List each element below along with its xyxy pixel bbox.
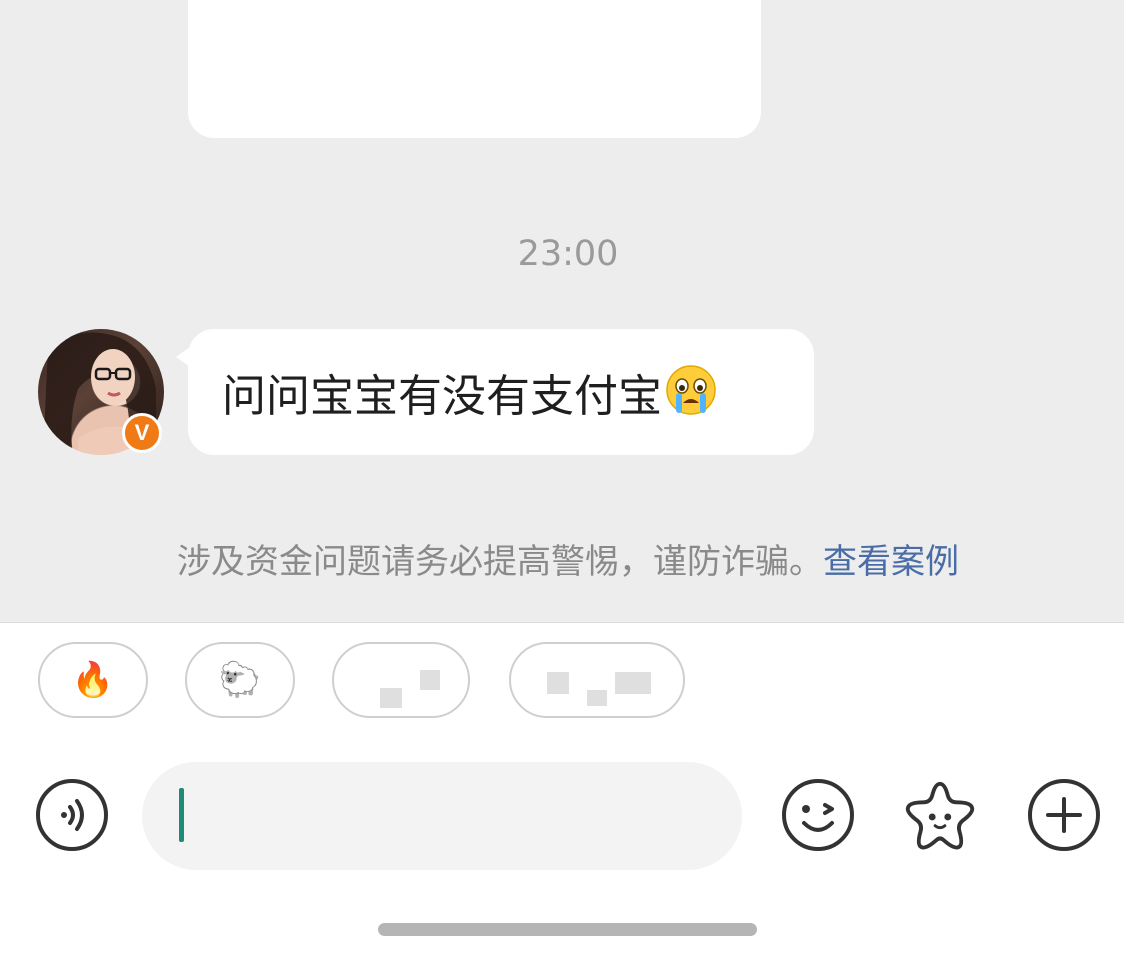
text-caret: [179, 788, 184, 842]
verified-badge: V: [122, 413, 162, 453]
message-input[interactable]: [142, 762, 742, 870]
loudly-crying-face-icon: [664, 363, 718, 421]
quick-reply-row: 🔥 🐑: [0, 623, 1124, 733]
blurred-content: [547, 672, 569, 694]
view-cases-link[interactable]: 查看案例: [823, 542, 959, 582]
fraud-warning-text: 涉及资金问题请务必提高警惕，谨防诈骗。: [177, 542, 823, 582]
quick-reply-sheep[interactable]: 🐑: [185, 642, 295, 718]
quick-reply-fire[interactable]: 🔥: [38, 642, 148, 718]
quick-reply-blurred-1[interactable]: [332, 642, 470, 718]
message-timestamp: 23:00: [517, 234, 619, 274]
blurred-content: [420, 670, 440, 690]
sticker-star-icon: [905, 781, 975, 850]
message-text: 问问宝宝有没有支付宝: [222, 371, 662, 422]
message-bubble[interactable]: 问问宝宝有没有支付宝: [176, 329, 814, 455]
plus-icon: [1028, 779, 1100, 851]
composer-bar: [0, 740, 1124, 890]
avatar[interactable]: V: [38, 329, 164, 455]
quick-reply-blurred-2[interactable]: [509, 642, 685, 718]
blurred-content: [615, 672, 651, 694]
fire-icon: 🔥: [71, 660, 115, 700]
fraud-warning: 涉及资金问题请务必提高警惕，谨防诈骗。查看案例: [0, 534, 1124, 583]
blurred-content: [587, 690, 607, 706]
voice-icon: [36, 779, 108, 851]
sticker-button[interactable]: [902, 777, 978, 853]
previous-message-bubble[interactable]: [188, 0, 761, 138]
chat-area: 23:00 V 问问宝宝有没有支付宝 涉及资金问题请务必提高警惕，谨防诈骗。查看…: [0, 0, 1124, 623]
home-indicator[interactable]: [378, 923, 757, 936]
voice-button[interactable]: [34, 777, 110, 853]
more-button[interactable]: [1026, 777, 1102, 853]
sheep-icon: 🐑: [218, 660, 262, 700]
emoji-icon: [782, 779, 854, 851]
blurred-content: [380, 688, 402, 708]
emoji-button[interactable]: [780, 777, 856, 853]
